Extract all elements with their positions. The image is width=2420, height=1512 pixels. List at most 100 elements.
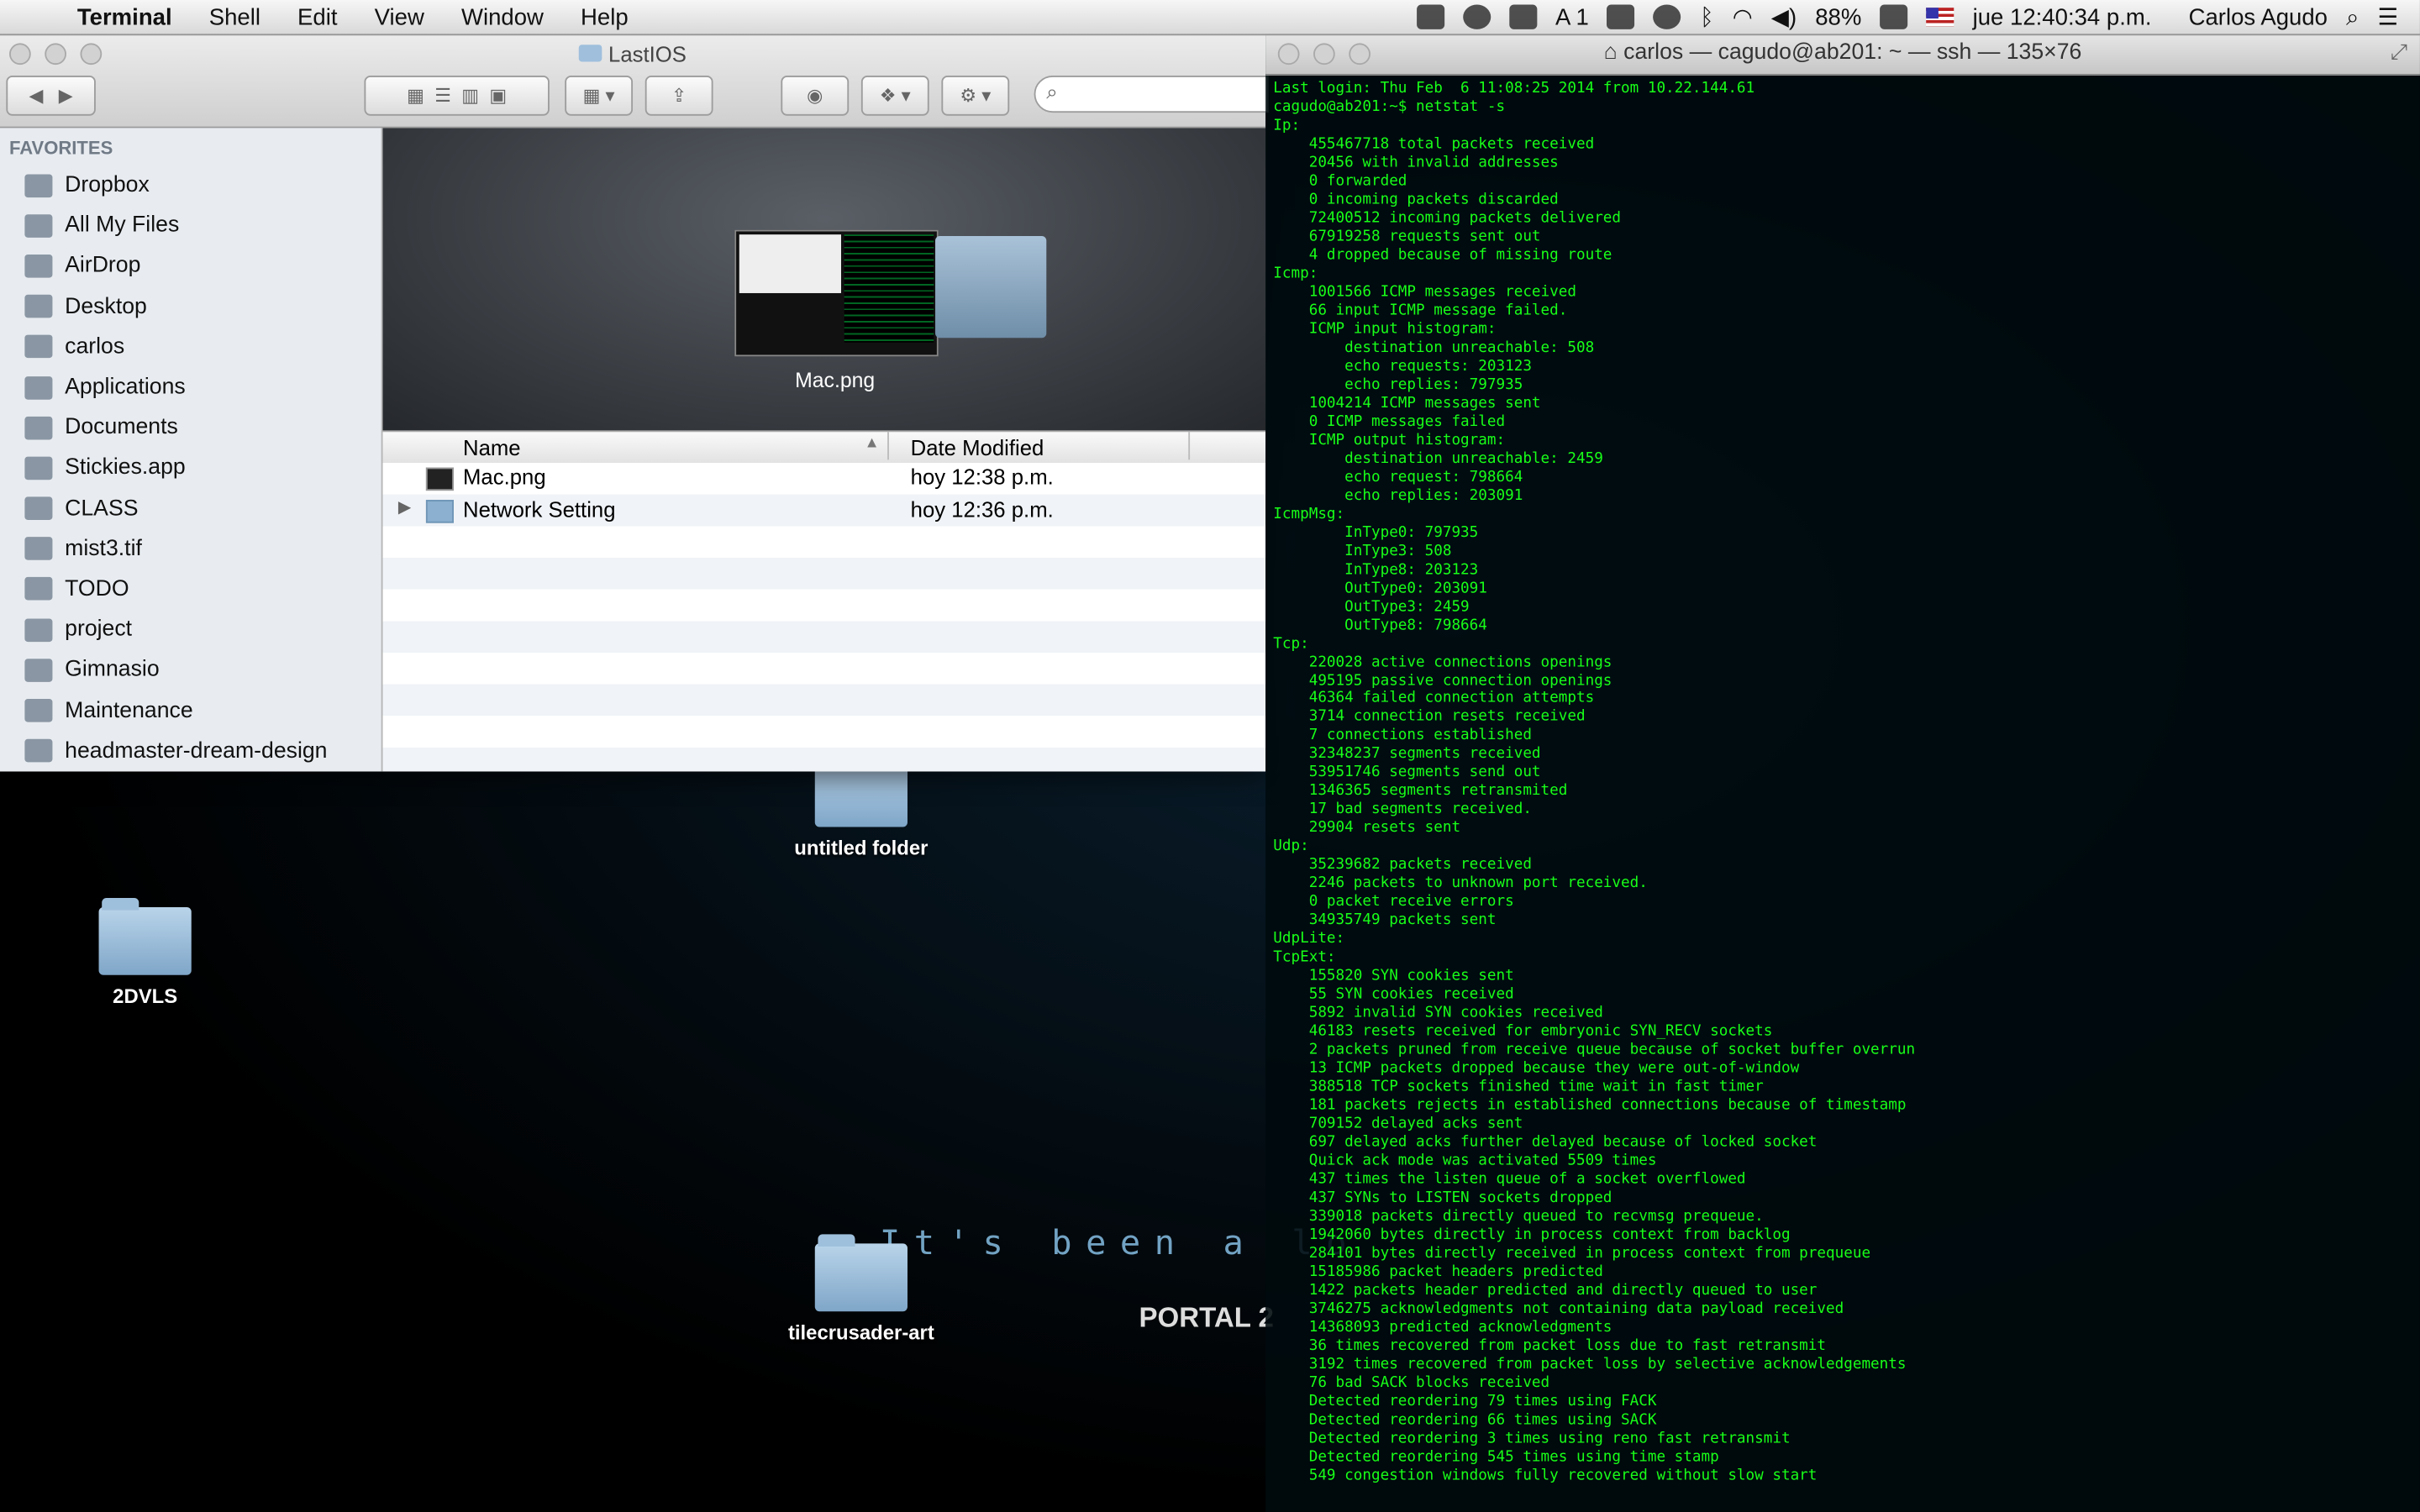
desktop-icon-label: untitled folder [794, 836, 929, 860]
menu-shell[interactable]: Shell [191, 4, 279, 30]
sidebar-item-carlos[interactable]: carlos [0, 327, 381, 367]
volume-icon[interactable]: ◀) [1771, 3, 1797, 31]
menubar-clock[interactable]: jue 12:40:34 p.m. [1973, 4, 2152, 30]
documents-icon [24, 416, 53, 439]
dropbox-button[interactable]: ❖ ▾ [860, 75, 929, 116]
folder-icon [24, 699, 53, 722]
menu-app-terminal[interactable]: Terminal [59, 4, 191, 30]
preview-thumbnail[interactable] [734, 229, 939, 357]
sidebar-item-label: mist3.tif [65, 536, 142, 562]
sidebar-item-label: All My Files [65, 213, 180, 239]
sidebar-item-headmaster[interactable]: headmaster-dream-design [0, 731, 381, 771]
column-header-date[interactable]: Date Modified [911, 435, 1044, 459]
sort-arrow-icon: ▲ [864, 434, 880, 453]
battery-percent[interactable]: 88% [1815, 4, 1861, 30]
sidebar-item-all-my-files[interactable]: All My Files [0, 206, 381, 246]
menu-bar: Terminal Shell Edit View Window Help A 1… [0, 0, 2420, 36]
arrange-button[interactable]: ▦ ▾ [565, 75, 634, 116]
menubar-user[interactable]: Carlos Agudo [2189, 4, 2328, 30]
arrange-icon: ▦ ▾ [582, 85, 615, 107]
preview-filename: Mac.png [795, 368, 876, 392]
folder-icon [24, 496, 53, 521]
terminal-title-text: carlos — cagudo@ab201: ~ — ssh — 135×76 [1623, 39, 2082, 66]
column-divider[interactable] [887, 432, 889, 460]
time-machine-icon[interactable] [1653, 4, 1682, 29]
bluetooth-icon[interactable]: ᛒ [1700, 4, 1714, 30]
back-arrow-icon[interactable]: ◀ [29, 85, 43, 107]
app-icon [24, 456, 53, 480]
sidebar-item-stickies[interactable]: Stickies.app [0, 448, 381, 488]
spotlight-search-icon[interactable]: ⌕ [2346, 4, 2359, 30]
coverflow-view-icon[interactable]: ▣ [489, 85, 507, 107]
file-row-mac-png[interactable]: Mac.png hoy 12:38 p.m. [383, 463, 1266, 495]
desktop-icon-label: tilecrusader-art [787, 1320, 934, 1344]
column-header-name[interactable]: Name [463, 435, 521, 459]
share-button[interactable]: ⇪ [644, 75, 713, 116]
back-forward-buttons[interactable]: ◀ ▶ [6, 75, 96, 116]
dropbox-icon: ❖ ▾ [879, 85, 911, 107]
sidebar-item-project[interactable]: project [0, 610, 381, 650]
desktop-folder-untitled[interactable]: untitled folder [769, 749, 954, 860]
file-row-network-setting[interactable]: ▶ Network Setting hoy 12:36 p.m. [383, 495, 1266, 527]
terminal-output[interactable]: Last login: Thu Feb 6 11:08:25 2014 from… [1273, 81, 1915, 1486]
file-name: Mac.png [463, 464, 546, 490]
sidebar-item-label: AirDrop [65, 254, 141, 279]
sidebar-item-airdrop[interactable]: AirDrop [0, 246, 381, 286]
quicklook-button[interactable]: ◉ [781, 75, 850, 116]
wifi-icon[interactable]: ◠ [1733, 3, 1753, 31]
disclosure-triangle-icon[interactable]: ▶ [398, 496, 412, 516]
battery-icon[interactable] [1880, 4, 1908, 29]
action-button[interactable]: ⚙ ▾ [941, 75, 1010, 116]
sidebar-item-label: TODO [65, 576, 129, 602]
menu-edit[interactable]: Edit [279, 4, 356, 30]
input-count: 1 [1576, 3, 1589, 30]
dropbox-status-icon[interactable] [1462, 4, 1491, 29]
finder-toolbar: LastIOS ◀ ▶ ▦ ☰ ▥ ▣ ▦ ▾ ⇪ ◉ ❖ ▾ ⚙ ▾ ⌕ [0, 34, 1269, 129]
sidebar-item-gimnasio[interactable]: Gimnasio [0, 650, 381, 690]
sidebar-item-documents[interactable]: Documents [0, 407, 381, 448]
folder-icon [24, 537, 53, 561]
menu-help[interactable]: Help [562, 4, 647, 30]
sidebar-item-todo[interactable]: TODO [0, 570, 381, 610]
desktop-folder-tilecrusader-art[interactable]: tilecrusader-art [769, 1234, 954, 1344]
layers-icon[interactable] [1607, 4, 1635, 29]
terminal-title: ⌂ carlos — cagudo@ab201: ~ — ssh — 135×7… [1265, 40, 2420, 65]
column-divider[interactable] [1188, 432, 1191, 460]
folder-icon [425, 499, 454, 522]
monitor-status-icon[interactable] [1508, 4, 1537, 29]
search-input[interactable]: ⌕ [1034, 75, 1269, 113]
search-icon: ⌕ [1046, 80, 1058, 104]
folder-icon [98, 897, 192, 975]
forward-arrow-icon[interactable]: ▶ [59, 85, 73, 107]
sidebar-item-mist3[interactable]: mist3.tif [0, 528, 381, 569]
list-view-icon[interactable]: ☰ [434, 85, 451, 107]
app-status-icon[interactable] [1416, 4, 1444, 29]
sidebar-item-dropbox[interactable]: Dropbox [0, 165, 381, 206]
dropbox-icon [24, 173, 53, 197]
sidebar-item-desktop[interactable]: Desktop [0, 286, 381, 327]
sidebar-item-label: Dropbox [65, 172, 150, 198]
fullscreen-icon[interactable]: ⤢ [2391, 39, 2408, 65]
sidebar-item-applications[interactable]: Applications [0, 367, 381, 407]
preview-folder-icon[interactable] [935, 236, 1047, 339]
sidebar-item-class[interactable]: CLASS [0, 488, 381, 528]
sidebar-item-label: CLASS [65, 496, 139, 522]
input-status[interactable]: A 1 [1555, 4, 1589, 30]
desktop-icon [24, 295, 53, 318]
file-date: hoy 12:38 p.m. [910, 464, 1054, 490]
sidebar-item-maintenance[interactable]: Maintenance [0, 690, 381, 731]
sidebar-item-label: Documents [65, 415, 178, 440]
icon-view-icon[interactable]: ▦ [407, 85, 424, 107]
input-source-flag-icon[interactable] [1926, 8, 1954, 27]
desktop-folder-2dvls[interactable]: 2DVLS [52, 897, 237, 1007]
view-mode-buttons[interactable]: ▦ ☰ ▥ ▣ [364, 75, 550, 116]
applications-icon [24, 375, 53, 399]
column-view-icon[interactable]: ▥ [461, 85, 479, 107]
menu-view[interactable]: View [356, 4, 443, 30]
menu-window[interactable]: Window [443, 4, 562, 30]
list-column-header: Name ▲ Date Modified [382, 430, 1266, 465]
terminal-window: ⌂ carlos — cagudo@ab201: ~ — ssh — 135×7… [1265, 34, 2420, 1512]
notification-center-icon[interactable]: ☰ [2378, 3, 2399, 31]
sidebar-item-label: Gimnasio [65, 658, 160, 683]
sidebar-item-label: Stickies.app [65, 455, 186, 480]
